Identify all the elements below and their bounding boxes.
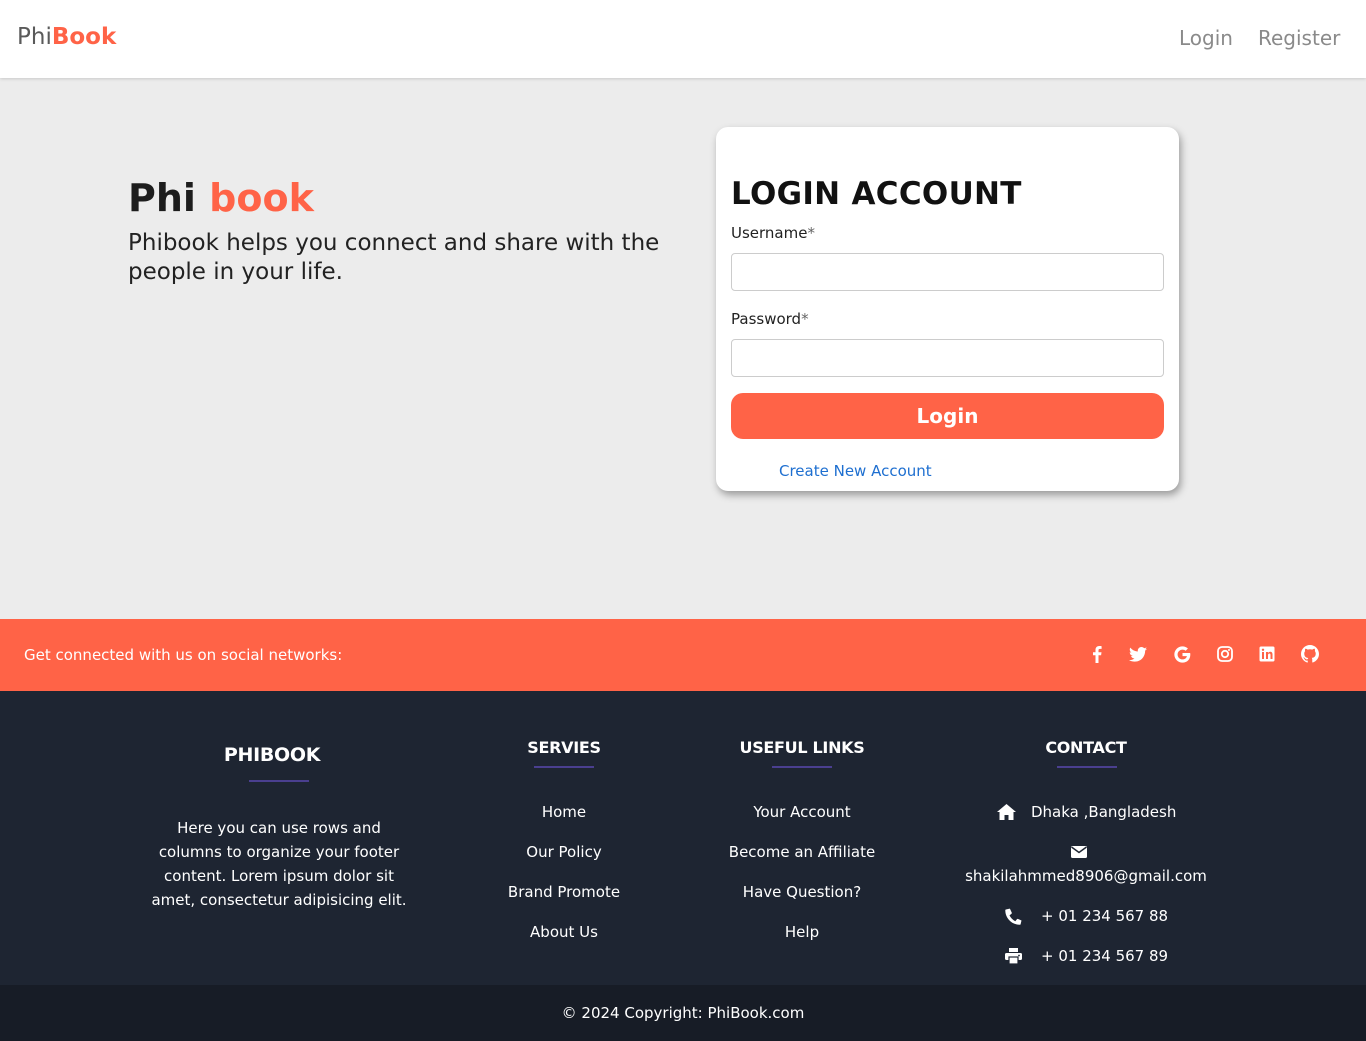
footer-services-heading: SERVIES bbox=[527, 738, 601, 757]
navbar: PhiBook Login Register bbox=[0, 0, 1366, 78]
contact-email-icon-row bbox=[1069, 842, 1089, 862]
footer-link-brand-promote[interactable]: Brand Promote bbox=[464, 882, 664, 902]
login-button[interactable]: Login bbox=[731, 393, 1164, 439]
hero-tagline: Phibook helps you connect and share with… bbox=[128, 230, 660, 285]
footer-link-affiliate[interactable]: Become an Affiliate bbox=[682, 842, 922, 862]
contact-fax-text: + 01 234 567 89 bbox=[1041, 947, 1169, 965]
nav-login-link[interactable]: Login bbox=[1179, 24, 1233, 52]
password-label-text: Password bbox=[731, 310, 802, 328]
footer-contact-heading: CONTACT bbox=[1045, 738, 1127, 757]
required-marker: * bbox=[807, 224, 815, 242]
footer-link-help[interactable]: Help bbox=[682, 922, 922, 942]
login-card: LOGIN ACCOUNT Username* Password* Login … bbox=[716, 127, 1179, 491]
username-label-text: Username bbox=[731, 224, 808, 242]
linkedin-icon[interactable] bbox=[1256, 643, 1278, 665]
social-text: Get connected with us on social networks… bbox=[24, 646, 343, 664]
footer: PHIBOOK Here you can use rows and column… bbox=[0, 691, 1366, 985]
footer-links-underline bbox=[772, 766, 832, 768]
username-input[interactable] bbox=[731, 253, 1164, 291]
footer-link-policy[interactable]: Our Policy bbox=[464, 842, 664, 862]
password-input[interactable] bbox=[731, 339, 1164, 377]
social-bar: Get connected with us on social networks… bbox=[0, 619, 1366, 691]
copyright-bar: © 2024 Copyright: PhiBook.com bbox=[0, 985, 1366, 1041]
footer-about-heading: PHIBOOK bbox=[223, 744, 321, 766]
footer-about-underline bbox=[249, 780, 309, 782]
footer-links-heading: USEFUL LINKS bbox=[739, 738, 865, 757]
footer-link-about-us[interactable]: About Us bbox=[464, 922, 664, 942]
contact-phone: + 01 234 567 88 bbox=[1003, 906, 1168, 926]
brand-prefix: Phi bbox=[17, 24, 52, 50]
footer-services-underline bbox=[534, 766, 594, 768]
nav-register-link[interactable]: Register bbox=[1258, 24, 1340, 52]
copyright-text: © 2024 Copyright: PhiBook.com bbox=[561, 1004, 805, 1022]
google-icon[interactable] bbox=[1171, 643, 1193, 665]
envelope-icon bbox=[1069, 842, 1089, 862]
footer-link-have-question[interactable]: Have Question? bbox=[682, 882, 922, 902]
contact-address: Dhaka ,Bangladesh bbox=[996, 802, 1176, 822]
footer-about-text: Here you can use rows and columns to org… bbox=[151, 819, 407, 909]
footer-link-home[interactable]: Home bbox=[464, 802, 664, 822]
footer-link-your-account[interactable]: Your Account bbox=[682, 802, 922, 822]
hero-title: Phi book bbox=[128, 174, 314, 222]
home-icon bbox=[996, 802, 1016, 822]
printer-icon bbox=[1003, 946, 1023, 966]
contact-phone-text: + 01 234 567 88 bbox=[1041, 907, 1169, 925]
footer-contact-underline bbox=[1057, 766, 1117, 768]
create-account-link[interactable]: Create New Account bbox=[779, 461, 932, 481]
contact-email-text: shakilahmmed8906@gmail.com bbox=[965, 867, 1207, 885]
hero-title-prefix: Phi bbox=[128, 176, 196, 220]
brand-logo[interactable]: PhiBook bbox=[17, 22, 116, 52]
github-icon[interactable] bbox=[1299, 643, 1321, 665]
hero-title-accent: book bbox=[209, 176, 314, 220]
phone-icon bbox=[1003, 906, 1023, 926]
brand-suffix: Book bbox=[51, 24, 117, 50]
instagram-icon[interactable] bbox=[1214, 643, 1236, 665]
contact-fax: + 01 234 567 89 bbox=[1003, 946, 1168, 966]
facebook-icon[interactable] bbox=[1086, 643, 1108, 665]
contact-address-text: Dhaka ,Bangladesh bbox=[1031, 803, 1177, 821]
username-label: Username* bbox=[731, 223, 815, 243]
login-card-title: LOGIN ACCOUNT bbox=[731, 176, 1022, 212]
twitter-icon[interactable] bbox=[1127, 643, 1149, 665]
password-label: Password* bbox=[731, 309, 809, 329]
required-marker: * bbox=[801, 310, 809, 328]
